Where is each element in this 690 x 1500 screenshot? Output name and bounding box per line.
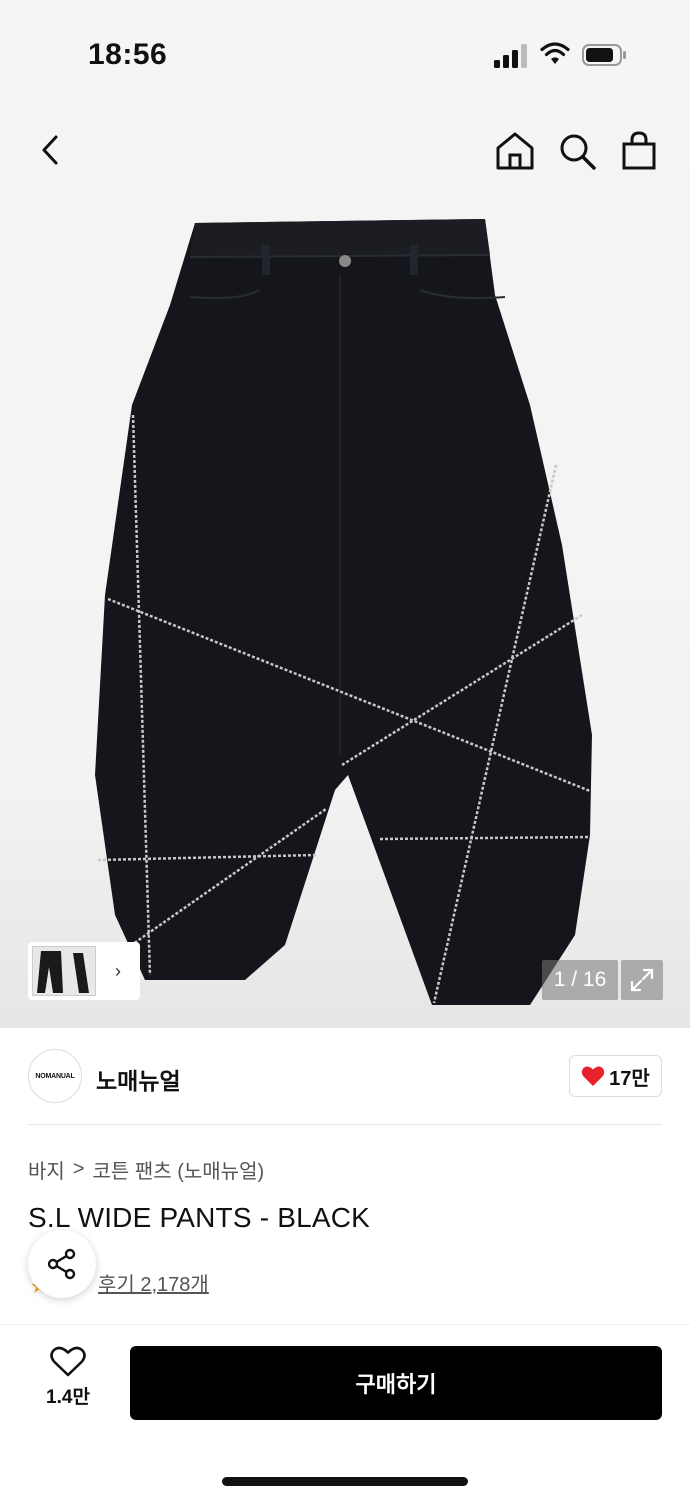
chevron-right-icon[interactable]: › <box>96 961 140 982</box>
brand-like-count: 17만 <box>609 1067 650 1090</box>
product-image <box>95 219 592 1005</box>
image-counter: 1 / 16 <box>542 960 618 1000</box>
thumbnail-pants-image <box>37 951 89 993</box>
brand-name[interactable]: 노매뉴얼 <box>96 1062 181 1096</box>
breadcrumb: 바지 > 코튼 팬츠 (노매뉴얼) <box>28 1155 264 1184</box>
product-title: S.L WIDE PANTS - BLACK <box>28 1202 371 1233</box>
cellular-signal-icon <box>494 44 527 68</box>
breadcrumb-category[interactable]: 바지 <box>28 1155 65 1184</box>
brand-like-button[interactable]: 17만 <box>569 1055 662 1097</box>
bottom-bar-divider <box>0 1324 690 1325</box>
expand-icon <box>630 968 654 992</box>
heart-icon <box>581 1066 605 1086</box>
share-icon <box>47 1248 76 1280</box>
brand-row[interactable]: NOMANUAL 노매뉴얼 17만 <box>0 1028 690 1126</box>
shopping-bag-icon[interactable] <box>618 130 660 172</box>
status-time: 18:56 <box>88 38 168 71</box>
search-icon[interactable] <box>556 130 598 172</box>
back-button[interactable] <box>28 128 72 172</box>
share-button[interactable] <box>28 1230 96 1298</box>
home-indicator[interactable] <box>222 1477 468 1486</box>
wishlist-button[interactable]: 1.4만 <box>30 1346 106 1422</box>
home-icon[interactable] <box>494 130 536 172</box>
divider <box>28 1124 662 1125</box>
battery-icon <box>582 44 626 66</box>
buy-button[interactable]: 구매하기 <box>130 1346 662 1420</box>
expand-button[interactable] <box>621 960 663 1000</box>
thumbnail-image[interactable] <box>32 946 96 996</box>
review-link[interactable]: 후기 2,178개 <box>98 1268 209 1297</box>
brand-logo[interactable]: NOMANUAL <box>28 1049 82 1103</box>
product-gallery[interactable]: 18:56 › 1 / 16 <box>0 0 690 1028</box>
wishlist-count: 1.4만 <box>46 1387 90 1408</box>
chevron-left-icon <box>42 135 58 165</box>
heart-outline-icon <box>50 1346 86 1377</box>
status-bar: 18:56 <box>0 0 690 100</box>
wifi-icon <box>540 42 570 64</box>
breadcrumb-separator: > <box>72 1158 85 1180</box>
thumbnail-strip[interactable]: › <box>28 942 140 1000</box>
breadcrumb-subcategory[interactable]: 코튼 팬츠 (노매뉴얼) <box>93 1155 265 1184</box>
